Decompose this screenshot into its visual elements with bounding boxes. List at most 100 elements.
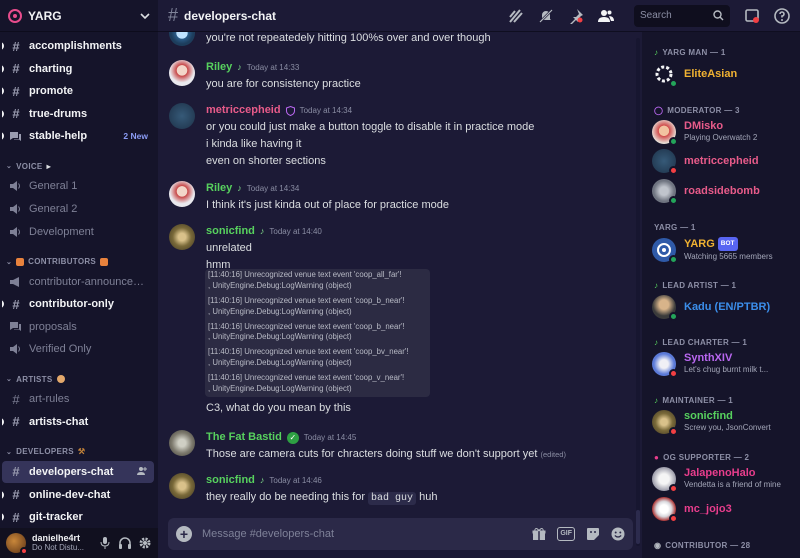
- channel-label: accomplishments: [29, 40, 122, 52]
- channel-contributor-announcements[interactable]: contributor-announcem...: [2, 271, 154, 293]
- avatar[interactable]: [169, 430, 195, 456]
- member-list-icon[interactable]: [598, 8, 614, 24]
- bot-badge: BOT: [717, 237, 738, 251]
- member-name: Kadu (EN/PTBR): [684, 301, 771, 313]
- role-icon: ♪: [237, 183, 242, 193]
- channel-proposals[interactable]: proposals: [2, 316, 154, 338]
- member-activity: Watching 5665 members: [684, 252, 773, 261]
- scrollbar-thumb[interactable]: [636, 510, 640, 544]
- message-author[interactable]: Riley: [206, 180, 232, 197]
- online-status-icon: [669, 137, 678, 146]
- member-item[interactable]: SynthXIV Let's chug burnt milk t...: [652, 352, 798, 378]
- avatar[interactable]: [169, 224, 195, 250]
- member-item[interactable]: EliteAsian: [652, 62, 798, 88]
- channel-artists-chat[interactable]: # artists-chat: [2, 411, 154, 433]
- scrollbar-track[interactable]: [636, 38, 640, 546]
- channel-label: artists-chat: [29, 415, 89, 428]
- message-author[interactable]: metriccepheid: [206, 102, 281, 119]
- member-item[interactable]: sonicfind Screw you, JsonConvert: [652, 410, 798, 436]
- inline-code: bad guy: [368, 492, 417, 505]
- channel-verified-only[interactable]: Verified Only: [2, 338, 154, 360]
- channel-developers-chat[interactable]: # developers-chat: [2, 460, 154, 483]
- channel-charting[interactable]: # charting: [2, 58, 154, 80]
- member-item[interactable]: Kadu (EN/PTBR): [652, 295, 798, 321]
- avatar[interactable]: [169, 32, 195, 46]
- unread-indicator: [2, 513, 4, 522]
- message: C3, what do you mean by this: [158, 400, 634, 417]
- member-item[interactable]: DMisko Playing Overwatch 2: [652, 120, 798, 146]
- avatar[interactable]: [6, 533, 28, 555]
- search-icon: [713, 10, 724, 21]
- log-entry: [11:40:16] Unrecognized venue text event…: [208, 347, 427, 368]
- role-label: YARG — 1: [654, 223, 696, 232]
- message-author[interactable]: sonicfind: [206, 472, 255, 489]
- gear-icon[interactable]: [138, 536, 152, 550]
- role-header: ● OG SUPPORTER — 2: [654, 453, 749, 462]
- channel-label: promote: [29, 85, 73, 98]
- emoji-icon[interactable]: [611, 527, 625, 541]
- member-name: DMisko: [684, 120, 724, 132]
- add-member-icon[interactable]: [137, 466, 148, 477]
- channel-accomplishments[interactable]: # accomplishments: [2, 35, 154, 57]
- message-author[interactable]: sonicfind: [206, 223, 255, 240]
- user-info[interactable]: danielhe4rt Do Not Distu...: [32, 533, 92, 553]
- microphone-icon[interactable]: [98, 536, 112, 550]
- avatar: [652, 62, 678, 88]
- category-contributors[interactable]: ⌄ CONTRIBUTORS: [0, 253, 158, 271]
- notification-bell-muted-icon[interactable]: [538, 8, 554, 24]
- message-author[interactable]: The Fat Bastid: [206, 429, 282, 446]
- channel-true-drums[interactable]: # true-drums: [2, 103, 154, 125]
- channel-online-dev-chat[interactable]: # online-dev-chat: [2, 484, 154, 506]
- message: The Fat Bastid ✓ Today at 14:45 Those are …: [158, 429, 634, 463]
- chat-scrollbar[interactable]: [634, 32, 642, 558]
- category-voice[interactable]: ⌄ VOICE ▸: [0, 157, 158, 175]
- gif-button[interactable]: GIF: [557, 527, 575, 541]
- member-item[interactable]: YARG BOT Watching 5665 members: [652, 237, 798, 264]
- log-entry: [11:40:16] Unrecognized venue text event…: [208, 270, 427, 291]
- add-attachment-button[interactable]: +: [176, 526, 192, 542]
- avatar[interactable]: [169, 60, 195, 86]
- voice-general-1[interactable]: General 1: [2, 175, 154, 197]
- server-header[interactable]: YARG: [0, 0, 158, 32]
- message-list[interactable]: you're not repeatedely hitting 100%s ove…: [158, 32, 634, 513]
- message-author[interactable]: Riley: [206, 59, 232, 76]
- member-item[interactable]: metriccepheid: [652, 149, 798, 175]
- voice-development[interactable]: Development: [2, 221, 154, 243]
- avatar[interactable]: [169, 103, 195, 129]
- search-input[interactable]: Search: [634, 4, 730, 27]
- headphones-icon[interactable]: [118, 536, 132, 550]
- avatar[interactable]: [169, 473, 195, 499]
- hash-icon: #: [12, 38, 20, 54]
- log-line: , UnityEngine.Debug:LogWarning (object): [208, 280, 352, 290]
- chevron-down-icon[interactable]: [140, 11, 150, 21]
- message-timestamp: Today at 14:33: [246, 63, 300, 72]
- log-line: [11:40:16] Unrecognized venue text event…: [208, 373, 405, 383]
- help-icon[interactable]: [774, 7, 790, 24]
- sticker-icon[interactable]: [586, 527, 600, 541]
- avatar[interactable]: [169, 181, 195, 207]
- message-input[interactable]: Message #developers-chat: [202, 528, 522, 540]
- category-artists[interactable]: ⌄ ARTISTS: [0, 370, 158, 388]
- member-item[interactable]: mc_jojo3: [652, 497, 798, 523]
- channel-stable-help[interactable]: stable-help 2 New: [2, 125, 154, 147]
- member-item[interactable]: roadsidebomb: [652, 179, 798, 205]
- avatar: [652, 149, 678, 175]
- unread-indicator: [2, 132, 4, 141]
- message: Riley ♪ Today at 14:34 I think it's just k…: [158, 180, 634, 214]
- pin-icon[interactable]: [568, 8, 584, 24]
- role-label: MAINTAINER — 1: [662, 396, 734, 405]
- dnd-status-icon: [669, 427, 678, 436]
- role-header: ◉ CONTRIBUTOR — 28: [654, 541, 750, 550]
- channel-git-tracker[interactable]: # git-tracker: [2, 506, 154, 528]
- category-developers[interactable]: ⌄ DEVELOPERS ⚒: [0, 443, 158, 461]
- inbox-icon[interactable]: [744, 8, 760, 24]
- gift-icon[interactable]: [532, 527, 546, 541]
- member-item[interactable]: JalapenoHalo Vendetta is a friend of mine: [652, 467, 798, 493]
- threads-icon[interactable]: [508, 8, 524, 24]
- channel-promote[interactable]: # promote: [2, 80, 154, 102]
- channel-contributor-only[interactable]: # contributor-only: [2, 293, 154, 315]
- role-icon: ♪: [654, 281, 659, 290]
- voice-general-2[interactable]: General 2: [2, 198, 154, 220]
- chevron-down-icon: ⌄: [6, 448, 13, 456]
- channel-art-rules[interactable]: # art-rules: [2, 388, 154, 410]
